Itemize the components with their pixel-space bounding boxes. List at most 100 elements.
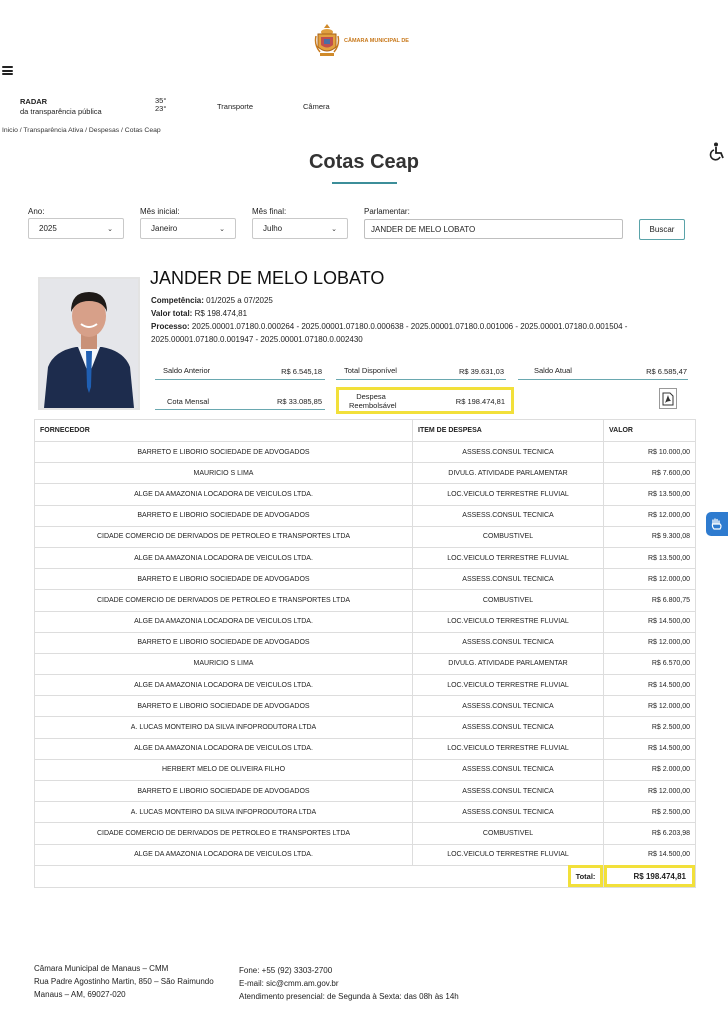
table-row: MAURICIO S LIMA DIVULG. ATIVIDADE PARLAME… <box>34 652 696 676</box>
hamburger-menu-icon[interactable] <box>2 66 13 75</box>
valor-cell: R$ 14.500,00 <box>603 610 696 633</box>
title-underline <box>332 182 397 184</box>
valor-cell: R$ 12.000,00 <box>603 504 696 527</box>
valor-cell: R$ 6.800,75 <box>603 589 696 612</box>
fornecedor-cell: ALGE DA AMAZONIA LOCADORA DE VEICULOS LT… <box>34 483 413 506</box>
radar-subtitle: da transparência pública <box>20 107 102 116</box>
saldo-atual-label: Saldo Atual <box>534 366 572 375</box>
fornecedor-cell: ALGE DA AMAZONIA LOCADORA DE VEICULOS LT… <box>34 843 413 866</box>
coat-of-arms-icon <box>314 24 340 56</box>
table-row: CIDADE COMERCIO DE DERIVADOS DE PETROLEO… <box>34 525 696 548</box>
parlamentar-photo <box>38 277 140 410</box>
valor-cell: R$ 2.500,00 <box>603 801 696 824</box>
column-header-item: ITEM DE DESPESA <box>412 419 604 442</box>
radar-transparency-link[interactable]: RADAR da transparência pública <box>20 97 102 117</box>
footer-address-line-1: Rua Padre Agostinho Martin, 850 – São Ra… <box>34 977 214 986</box>
pdf-download-icon[interactable] <box>659 388 677 409</box>
table-row: CIDADE COMERCIO DE DERIVADOS DE PETROLEO… <box>34 589 696 612</box>
competencia-row: Competência: 01/2025 a 07/2025 <box>151 296 273 306</box>
total-value: R$ 198.474,81 <box>604 865 695 887</box>
total-spacer <box>34 864 413 888</box>
table-row: MAURICIO S LIMA DIVULG. ATIVIDADE PARLAME… <box>34 462 696 485</box>
nav-transporte[interactable]: Transporte <box>217 102 253 111</box>
fornecedor-cell: BARRETO E LIBORIO SOCIEDADE DE ADVOGADOS <box>34 695 413 718</box>
item-cell: LOC.VEICULO TERRESTRE FLUVIAL <box>412 610 604 633</box>
cota-mensal-label: Cota Mensal <box>167 397 210 406</box>
item-cell: LOC.VEICULO TERRESTRE FLUVIAL <box>412 546 604 570</box>
year-select[interactable]: 2025 ⌄ <box>28 218 124 239</box>
end-month-select[interactable]: Julho ⌄ <box>252 218 348 239</box>
chevron-down-icon: ⌄ <box>219 225 225 233</box>
valor-cell: R$ 13.500,00 <box>603 483 696 506</box>
footer-hours: Atendimento presencial: de Segunda à Sex… <box>239 992 459 1001</box>
footer-email[interactable]: E-mail: sic@cmm.am.gov.br <box>239 977 459 990</box>
item-cell: ASSESS.CONSUL TECNICA <box>412 779 604 803</box>
valor-cell: R$ 6.570,00 <box>603 652 696 676</box>
despesa-label-line-2: Reembolsável <box>349 401 397 410</box>
item-cell: ASSESS.CONSUL TECNICA <box>412 695 604 718</box>
stat-divider <box>518 379 688 380</box>
start-month-select[interactable]: Janeiro ⌄ <box>140 218 236 239</box>
end-month-value: Julho <box>263 224 283 233</box>
chamber-logo[interactable]: CÂMARA MUNICIPAL DE <box>314 22 424 60</box>
stat-divider <box>155 379 325 380</box>
valor-cell: R$ 6.203,98 <box>603 822 696 845</box>
fornecedor-cell: CIDADE COMERCIO DE DERIVADOS DE PETROLEO… <box>34 822 413 845</box>
nav-camera[interactable]: Câmera <box>303 102 330 111</box>
valor-cell: R$ 12.000,00 <box>603 695 696 718</box>
stat-divider <box>155 409 325 410</box>
fornecedor-cell: HERBERT MELO DE OLIVEIRA FILHO <box>34 758 413 782</box>
chevron-down-icon: ⌄ <box>331 225 337 233</box>
despesa-label-line-1: Despesa <box>356 392 386 401</box>
table-row: BARRETO E LIBORIO SOCIEDADE DE ADVOGADOS… <box>34 779 696 803</box>
fornecedor-cell: MAURICIO S LIMA <box>34 652 413 676</box>
item-cell: DIVULG. ATIVIDADE PARLAMENTAR <box>412 462 604 485</box>
logo-text: CÂMARA MUNICIPAL DE <box>344 38 409 44</box>
footer-phone: Fone: +55 (92) 3303-2700 <box>239 966 333 975</box>
fornecedor-cell: ALGE DA AMAZONIA LOCADORA DE VEICULOS LT… <box>34 674 413 697</box>
item-cell: ASSESS.CONSUL TECNICA <box>412 631 604 654</box>
table-row: BARRETO E LIBORIO SOCIEDADE DE ADVOGADOS… <box>34 631 696 654</box>
item-cell: ASSESS.CONSUL TECNICA <box>412 568 604 591</box>
valor-cell: R$ 12.000,00 <box>603 631 696 654</box>
fornecedor-cell: CIDADE COMERCIO DE DERIVADOS DE PETROLEO… <box>34 525 413 548</box>
fornecedor-cell: BARRETO E LIBORIO SOCIEDADE DE ADVOGADOS <box>34 779 413 803</box>
expenses-table: FORNECEDOR ITEM DE DESPESA VALOR BARRETO… <box>34 419 696 888</box>
search-button[interactable]: Buscar <box>639 219 685 240</box>
table-row: A. LUCAS MONTEIRO DA SILVA INFOPRODUTORA… <box>34 716 696 739</box>
column-header-valor: VALOR <box>603 419 696 442</box>
table-row: HERBERT MELO DE OLIVEIRA FILHO ASSESS.CON… <box>34 758 696 782</box>
total-disponivel-label: Total Disponível <box>344 366 397 375</box>
item-cell: ASSESS.CONSUL TECNICA <box>412 504 604 527</box>
table-row: ALGE DA AMAZONIA LOCADORA DE VEICULOS LT… <box>34 674 696 697</box>
saldo-anterior-label: Saldo Anterior <box>163 366 211 375</box>
table-row: ALGE DA AMAZONIA LOCADORA DE VEICULOS LT… <box>34 483 696 506</box>
fornecedor-cell: ALGE DA AMAZONIA LOCADORA DE VEICULOS LT… <box>34 610 413 633</box>
processo-label: Processo: <box>151 322 190 331</box>
competencia-label: Competência: <box>151 296 204 305</box>
stat-divider <box>336 379 506 380</box>
valor-cell: R$ 14.500,00 <box>603 737 696 760</box>
table-row: BARRETO E LIBORIO SOCIEDADE DE ADVOGADOS… <box>34 504 696 527</box>
sign-language-icon[interactable] <box>706 512 728 536</box>
total-label: Total: <box>568 865 603 887</box>
fornecedor-cell: BARRETO E LIBORIO SOCIEDADE DE ADVOGADOS <box>34 631 413 654</box>
valor-cell: R$ 9.300,08 <box>603 525 696 548</box>
valor-cell: R$ 14.500,00 <box>603 843 696 866</box>
table-row: ALGE DA AMAZONIA LOCADORA DE VEICULOS LT… <box>34 610 696 633</box>
valor-cell: R$ 14.500,00 <box>603 674 696 697</box>
item-cell: COMBUSTIVEL <box>412 525 604 548</box>
table-row: BARRETO E LIBORIO SOCIEDADE DE ADVOGADOS… <box>34 695 696 718</box>
page-title: Cotas Ceap <box>308 151 420 173</box>
year-select-value: 2025 <box>39 224 57 233</box>
parlamentar-input[interactable]: JANDER DE MELO LOBATO <box>364 219 623 239</box>
footer-address-line-2: Manaus – AM, 69027-020 <box>34 990 126 999</box>
processo-line-1: 2025.00001.07180.0.000264 - 2025.00001.0… <box>191 322 628 331</box>
fornecedor-cell: MAURICIO S LIMA <box>34 462 413 485</box>
competencia-value: 01/2025 a 07/2025 <box>206 296 273 305</box>
column-header-fornecedor: FORNECEDOR <box>34 419 413 442</box>
valor-cell: R$ 12.000,00 <box>603 779 696 803</box>
cota-mensal-value: R$ 33.085,85 <box>276 397 322 406</box>
processo-line-2: 2025.00001.07180.0.001947 - 2025.00001.0… <box>151 335 363 344</box>
item-cell: LOC.VEICULO TERRESTRE FLUVIAL <box>412 483 604 506</box>
